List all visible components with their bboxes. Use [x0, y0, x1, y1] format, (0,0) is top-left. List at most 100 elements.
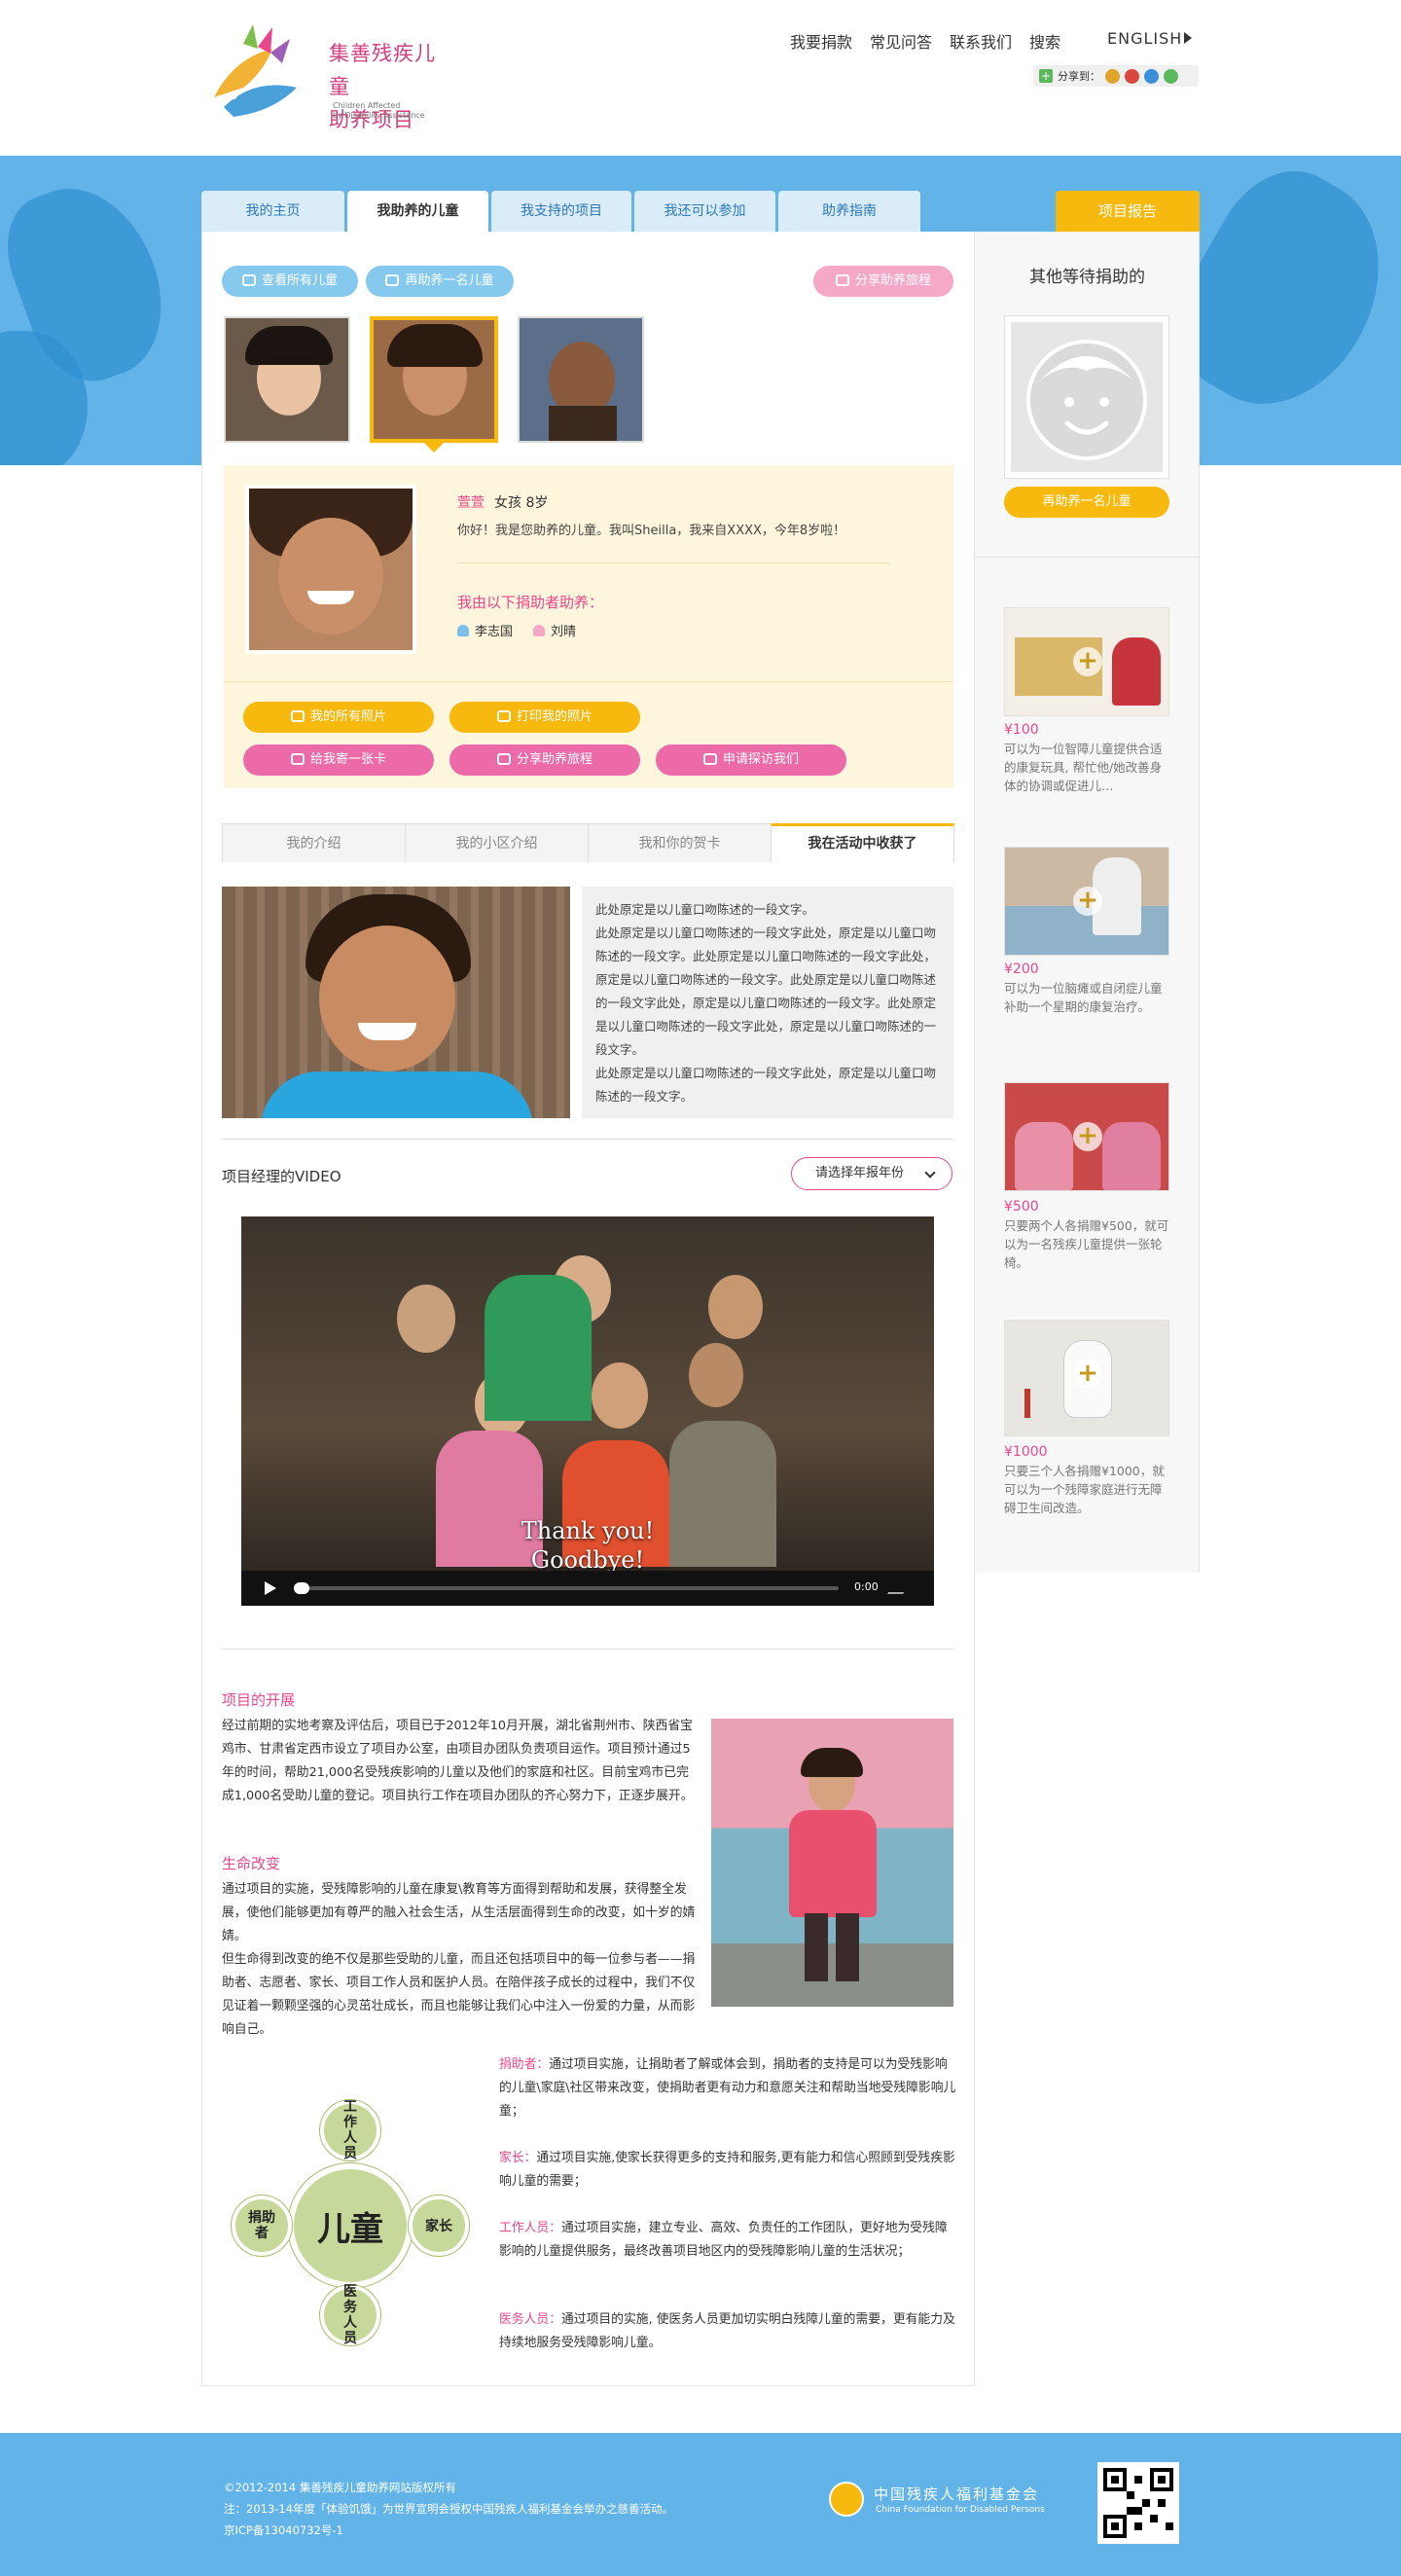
story-paragraph: 此处原定是以儿童口吻陈述的一段文字。 [595, 902, 815, 917]
tab-my-children[interactable]: 我助养的儿童 [347, 191, 488, 232]
footer: ©2012-2014 集善残疾儿童助养网站版权所有 注：2013-14年度「体验… [0, 2433, 1401, 2576]
gift-image-toys[interactable]: + [1004, 607, 1169, 716]
child-icon [241, 274, 256, 286]
child-face [689, 1343, 743, 1407]
play-icon[interactable] [265, 1581, 276, 1595]
gift-image-therapy[interactable]: + [1004, 847, 1169, 956]
nav-search[interactable]: 搜索 [1029, 29, 1060, 53]
plus-icon[interactable]: + [1073, 1360, 1102, 1389]
child-legs [805, 1913, 828, 1981]
icp-number[interactable]: 京ICP备13040732号-1 [224, 2520, 673, 2541]
apply-visit-button[interactable]: 申请探访我们 [656, 744, 846, 776]
story-paragraph: 此处原定是以儿童口吻陈述的一段文字此处，原定是以儿童口吻陈述的一段文字。 [595, 1066, 937, 1104]
seek-bar[interactable] [294, 1586, 839, 1590]
plus-icon[interactable]: + [1039, 69, 1053, 83]
send-card-button[interactable]: 给我寄一张卡 [243, 744, 434, 776]
gift-desc: 只要三个人各捐赠¥1000，就可以为一个残障家庭进行无障碍卫生间改造。 [1004, 1464, 1165, 1515]
logo-title: 集善残疾儿童 助养项目 [329, 37, 446, 136]
gift-visual [1024, 1389, 1030, 1418]
site-header: 集善残疾儿童 助养项目 Children Affected by Disabil… [0, 0, 1401, 156]
video-controls: 0:00 [241, 1571, 934, 1606]
cfdp-logo[interactable]: 中国残疾人福利基金会 China Foundation for Disabled… [829, 2482, 1072, 2521]
footer-copy: ©2012-2014 集善残疾儿童助养网站版权所有 注：2013-14年度「体验… [224, 2477, 673, 2541]
nav-faq[interactable]: 常见问答 [870, 29, 932, 53]
tab-guide[interactable]: 助养指南 [778, 191, 920, 232]
print-photos-button[interactable]: 打印我的照片 [449, 702, 640, 733]
share-journey-profile-label: 分享助养旅程 [516, 752, 593, 767]
role-label: 医务人员： [499, 2312, 561, 2327]
role-text: 通过项目实施,使家长获得更多的支持和服务,更有能力和信心照顾到受残疾影响儿童的需… [499, 2151, 955, 2189]
gift-price: ¥500 [1004, 1199, 1039, 1215]
edit-icon [702, 753, 717, 765]
printer-icon [496, 710, 511, 722]
diagram-top: 工作人员 [320, 2099, 380, 2161]
child-face [319, 925, 455, 1071]
image-icon [290, 710, 305, 722]
share-icon [496, 753, 511, 765]
placeholder-avatar[interactable] [1004, 315, 1169, 479]
send-card-label: 给我寄一张卡 [309, 752, 386, 767]
view-all-children-button[interactable]: 查看所有儿童 [222, 266, 358, 297]
logo-subtitle-line1: Children Affected [333, 101, 401, 110]
all-photos-button[interactable]: 我的所有照片 [243, 702, 434, 733]
tab-join-more[interactable]: 我还可以参加 [634, 191, 775, 232]
sidebar-sponsor-button[interactable]: 再助养一名儿童 [1004, 487, 1169, 518]
diagram-bottom: 医务人员 [320, 2284, 380, 2346]
child-face [397, 1285, 455, 1353]
role-donor: 捐助者：通过项目实施，让捐助者了解或体会到，捐助者的支持是可以为受残影响的儿童\… [499, 2053, 956, 2123]
divider [222, 1649, 953, 1650]
child-thumbnail[interactable] [224, 316, 350, 443]
tab-community-intro[interactable]: 我的小区介绍 [405, 823, 589, 862]
seek-handle[interactable] [294, 1582, 309, 1594]
tencent-weibo-icon[interactable] [1144, 68, 1159, 84]
nav-donate[interactable]: 我要捐款 [790, 29, 852, 53]
wechat-icon[interactable] [1164, 68, 1178, 84]
nav-contact[interactable]: 联系我们 [950, 29, 1012, 53]
caption-line1: Thank you! [521, 1517, 655, 1544]
plus-icon[interactable]: + [1073, 647, 1102, 676]
language-switch[interactable]: ENGLISH [1107, 29, 1193, 48]
year-select-label: 请选择年报年份 [815, 1166, 905, 1180]
tab-home[interactable]: 我的主页 [201, 191, 344, 232]
gift-image-bathroom[interactable]: + [1004, 1320, 1169, 1436]
story-paragraph: 此处原定是以儿童口吻陈述的一段文字此处，原定是以儿童口吻陈述的一段文字。此处原定… [595, 925, 937, 1057]
tab-supported-projects[interactable]: 我支持的项目 [491, 191, 631, 232]
tab-project-report[interactable]: 项目报告 [1056, 191, 1200, 232]
apply-visit-label: 申请探访我们 [722, 752, 799, 767]
qzone-icon[interactable] [1105, 68, 1120, 84]
video-player[interactable]: Thank you! Goodbye! 0:00 [241, 1216, 934, 1606]
child-portrait [245, 485, 416, 654]
weibo-icon[interactable] [1125, 68, 1139, 84]
tab-greeting-cards[interactable]: 我和你的贺卡 [588, 823, 772, 862]
user-icon [457, 625, 469, 636]
footer-note: 注：2013-14年度「体验饥饿」为世界宣明会授权中国残疾人福利基金会举办之慈善… [224, 2502, 674, 2516]
share-journey-button[interactable]: 分享助养旅程 [813, 266, 953, 297]
stakeholder-diagram: 儿童 工作人员 捐助者 家长 医务人员 [230, 2099, 473, 2346]
story-text: 此处原定是以儿童口吻陈述的一段文字。 此处原定是以儿童口吻陈述的一段文字此处，原… [582, 887, 953, 1118]
org-name-en: China Foundation for Disabled Persons [876, 2505, 1045, 2515]
child-smile [307, 591, 354, 604]
tab-activity-gains[interactable]: 我在活动中收获了 [771, 823, 954, 862]
share-journey-profile-button[interactable]: 分享助养旅程 [449, 744, 640, 776]
logo-bird-icon [214, 24, 297, 117]
divider [457, 562, 890, 563]
role-parent: 家长：通过项目实施,使家长获得更多的支持和服务,更有能力和信心照顾到受残疾影响儿… [499, 2147, 956, 2194]
role-label: 捐助者： [499, 2057, 550, 2072]
child-hair [387, 324, 483, 367]
print-photos-label: 打印我的照片 [516, 709, 593, 724]
sponsors-title: 我由以下捐助者助养： [457, 594, 604, 611]
volume-icon[interactable] [886, 1580, 912, 1594]
main-tabs: 我的主页 我助养的儿童 我支持的项目 我还可以参加 助养指南 [201, 191, 920, 232]
child-thumbnail[interactable] [518, 316, 644, 443]
child-face [708, 1275, 763, 1339]
plus-icon[interactable]: + [1073, 1122, 1102, 1151]
role-medical: 医务人员：通过项目的实施, 使医务人员更加切实明白残障儿童的需要，更有能力及持续… [499, 2308, 956, 2355]
role-text: 通过项目实施，建立专业、高效、负责任的工作团队，更好地为受残障影响的儿童提供服务… [499, 2221, 948, 2259]
year-select[interactable]: 请选择年报年份 [791, 1157, 952, 1190]
child-thumbnail-selected[interactable] [370, 316, 498, 443]
gift-image-wheelchair[interactable]: + [1004, 1082, 1169, 1191]
camera-icon [290, 753, 305, 765]
tab-my-intro[interactable]: 我的介绍 [222, 823, 406, 862]
sponsor-another-button[interactable]: 再助养一名儿童 [366, 266, 514, 297]
plus-icon[interactable]: + [1073, 887, 1102, 916]
